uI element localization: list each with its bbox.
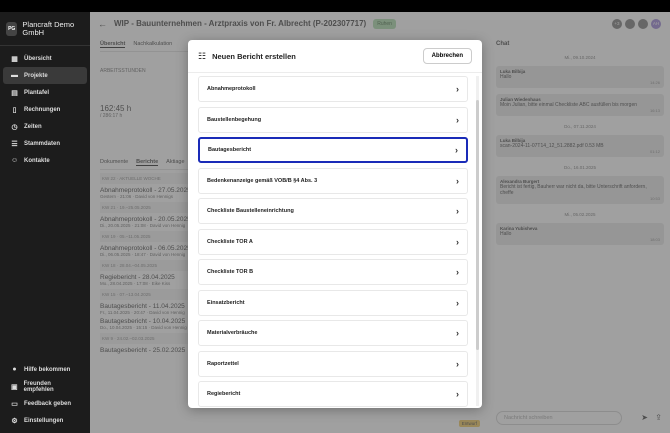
sidebar-bottom: ● Hilfe bekommen ▣ Freunden empfehlen ▭ Fee… <box>0 361 90 429</box>
chevron-right-icon: › <box>456 236 459 247</box>
scrollbar-thumb[interactable] <box>476 100 479 350</box>
sidebar-item-rechnungen[interactable]: ▯ Rechnungen <box>3 101 87 118</box>
report-type-item[interactable]: Checkliste TOR B › <box>198 259 468 285</box>
modal-header: ☷ Neuen Bericht erstellen Abbrechen <box>188 40 482 73</box>
sidebar-item-hilfe[interactable]: ● Hilfe bekommen <box>3 361 87 378</box>
sidebar-item-label: Übersicht <box>24 55 52 62</box>
report-type-item[interactable]: Abnahmeprotokoll › <box>198 76 468 102</box>
sidebar-item-label: Freunden empfehlen <box>23 380 54 393</box>
sidebar-item-projekte[interactable]: ▬ Projekte <box>3 67 87 84</box>
report-type-label: Regiebericht <box>207 391 241 397</box>
sidebar: PG Plancraft Demo GmbH ▦ Übersicht ▬ Proje… <box>0 12 90 433</box>
report-type-item[interactable]: Checkliste Baustelleneinrichtung › <box>198 198 468 224</box>
report-type-label: Einsatzbericht <box>207 299 245 306</box>
report-type-label: Baustellenbegehung <box>207 116 262 123</box>
chevron-right-icon: › <box>456 206 459 216</box>
report-type-label: Bedenkenanzeige gemäß VOB/B §4 Abs. 3 <box>207 177 318 184</box>
chevron-right-icon: › <box>456 84 459 94</box>
report-type-label: Materialverbräuche <box>207 330 258 336</box>
company-logo: PG <box>6 21 18 36</box>
calendar-icon: ▤ <box>11 89 18 97</box>
chevron-right-icon: › <box>456 358 459 369</box>
sidebar-item-label: Plantafel <box>24 89 50 96</box>
report-type-label: Abnahmeprotokoll <box>207 86 256 92</box>
gear-icon: ⚙ <box>11 417 18 425</box>
modal-title: Neuen Bericht erstellen <box>212 51 296 61</box>
report-type-item[interactable]: Bedenkenanzeige gemäß VOB/B §4 Abs. 3 › <box>198 167 468 194</box>
chevron-right-icon: › <box>455 145 458 155</box>
sidebar-item-label: Einstellungen <box>24 417 64 424</box>
grid-icon: ▦ <box>11 55 18 63</box>
report-type-item[interactable]: Checkliste TOR A › <box>198 228 468 255</box>
chevron-right-icon: › <box>456 175 459 186</box>
sidebar-item-stammdaten[interactable]: ☰ Stammdaten <box>3 135 87 152</box>
clock-icon: ◷ <box>11 123 18 131</box>
sidebar-item-label: Hilfe bekommen <box>24 366 71 373</box>
sidebar-item-uebersicht[interactable]: ▦ Übersicht <box>3 50 87 67</box>
report-type-label: Bautagesbericht <box>208 147 252 153</box>
chevron-right-icon: › <box>456 267 459 277</box>
sidebar-item-label: Feedback geben <box>24 400 72 407</box>
sidebar-item-label: Zeiten <box>24 123 42 130</box>
report-type-label: Checkliste TOR B <box>207 269 254 275</box>
sidebar-item-kontakte[interactable]: ☺ Kontakte <box>3 152 87 169</box>
report-type-label: Checkliste Baustelleneinrichtung <box>207 208 294 214</box>
company-name: Plancraft Demo GmbH <box>22 19 75 37</box>
gift-icon: ▣ <box>11 383 18 391</box>
chevron-right-icon: › <box>456 328 459 338</box>
sidebar-item-label: Projekte <box>24 72 48 79</box>
help-icon: ● <box>12 366 17 373</box>
top-bar <box>0 0 670 12</box>
report-type-label: Checkliste TOR A <box>207 238 253 245</box>
invoice-icon: ▯ <box>12 106 17 114</box>
report-type-item[interactable]: Regiebericht › <box>198 381 468 407</box>
database-icon: ☰ <box>11 140 18 148</box>
cancel-button[interactable]: Abbrechen <box>422 48 472 64</box>
sidebar-item-feedback[interactable]: ▭ Feedback geben <box>3 395 87 412</box>
main-nav: ▦ Übersicht ▬ Projekte ▤ Plantafel ▯ Rechnun… <box>0 46 90 169</box>
contacts-icon: ☺ <box>11 157 19 164</box>
sidebar-item-einstellungen[interactable]: ⚙ Einstellungen <box>3 412 87 429</box>
report-type-item[interactable]: Materialverbräuche › <box>198 320 468 346</box>
report-type-item[interactable]: Baustellenbegehung › <box>198 106 468 133</box>
folder-icon: ▬ <box>11 72 18 79</box>
sidebar-item-plantafel[interactable]: ▤ Plantafel <box>3 84 87 101</box>
report-type-item[interactable]: Bautagesbericht › <box>198 137 468 163</box>
chevron-right-icon: › <box>456 297 459 308</box>
new-report-modal: ☷ Neuen Bericht erstellen Abbrechen Abna… <box>188 40 482 408</box>
document-list-icon: ☷ <box>198 50 207 61</box>
sidebar-item-label: Stammdaten <box>24 140 61 147</box>
feedback-icon: ▭ <box>11 400 18 408</box>
report-type-list: Abnahmeprotokoll › Baustellenbegehung › Baut… <box>198 76 468 408</box>
sidebar-item-zeiten[interactable]: ◷ Zeiten <box>3 118 87 135</box>
sidebar-item-empfehlen[interactable]: ▣ Freunden empfehlen <box>3 378 87 395</box>
sidebar-item-label: Rechnungen <box>24 106 61 113</box>
report-type-label: Raportzettel <box>207 360 239 367</box>
chevron-right-icon: › <box>456 389 459 399</box>
report-type-item[interactable]: Raportzettel › <box>198 350 468 377</box>
chevron-right-icon: › <box>456 114 459 125</box>
brand[interactable]: PG Plancraft Demo GmbH <box>0 12 90 46</box>
report-type-item[interactable]: Einsatzbericht › <box>198 289 468 316</box>
sidebar-item-label: Kontakte <box>24 157 50 164</box>
